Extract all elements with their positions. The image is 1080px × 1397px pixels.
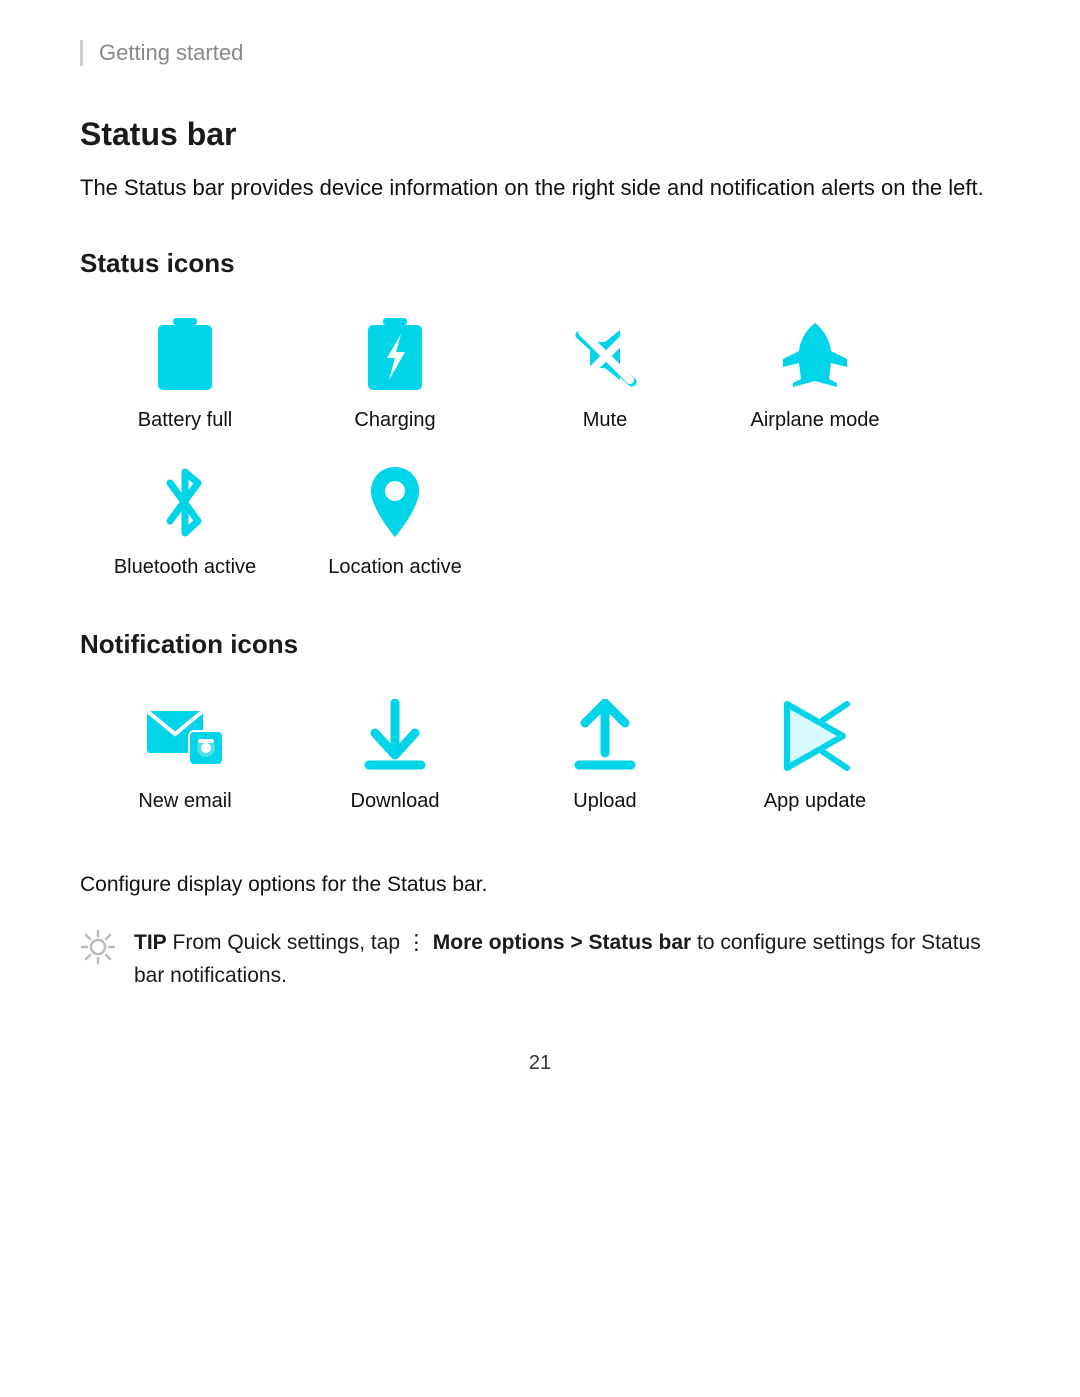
notif-icon-upload: Upload xyxy=(500,696,710,813)
status-icon-airplane: Airplane mode xyxy=(710,315,920,432)
tip-bold-text: More options > Status bar xyxy=(433,931,691,954)
app-update-icon xyxy=(775,696,855,776)
download-label: Download xyxy=(351,790,440,813)
location-icon xyxy=(355,462,435,542)
status-icon-charging: Charging xyxy=(290,315,500,432)
battery-full-icon xyxy=(145,315,225,395)
notif-icon-download: Download xyxy=(290,696,500,813)
tip-content: TIP From Quick settings, tap ⋮ More opti… xyxy=(134,927,1000,992)
status-icons-grid: Battery full Charging xyxy=(80,315,1000,609)
breadcrumb: Getting started xyxy=(80,40,1000,66)
charging-label: Charging xyxy=(354,409,435,432)
airplane-icon xyxy=(775,315,855,395)
tip-label: TIP xyxy=(134,931,167,954)
tip-box: TIP From Quick settings, tap ⋮ More opti… xyxy=(80,927,1000,992)
page-number: 21 xyxy=(80,1052,1000,1075)
mute-label: Mute xyxy=(583,409,627,432)
app-update-label: App update xyxy=(764,790,866,813)
page-description: The Status bar provides device informati… xyxy=(80,171,1000,204)
notif-icon-new-email: New email xyxy=(80,696,290,813)
mute-icon xyxy=(565,315,645,395)
page-title: Status bar xyxy=(80,116,1000,153)
notification-icons-section: Notification icons New email xyxy=(80,629,1000,837)
notif-icon-app-update: App update xyxy=(710,696,920,813)
upload-label: Upload xyxy=(573,790,636,813)
new-email-icon xyxy=(145,696,225,776)
new-email-label: New email xyxy=(138,790,231,813)
airplane-label: Airplane mode xyxy=(751,409,880,432)
configure-text: Configure display options for the Status… xyxy=(80,873,1000,897)
notification-icons-heading: Notification icons xyxy=(80,629,1000,660)
bluetooth-label: Bluetooth active xyxy=(114,556,256,579)
status-icon-location: Location active xyxy=(290,462,500,579)
bluetooth-icon xyxy=(145,462,225,542)
upload-icon xyxy=(565,696,645,776)
status-icon-battery-full: Battery full xyxy=(80,315,290,432)
charging-icon xyxy=(355,315,435,395)
download-icon xyxy=(355,696,435,776)
status-icons-heading: Status icons xyxy=(80,248,1000,279)
status-icon-mute: Mute xyxy=(500,315,710,432)
status-icon-bluetooth: Bluetooth active xyxy=(80,462,290,579)
tip-sun-icon xyxy=(80,929,116,976)
notification-icons-grid: New email Download Upload xyxy=(80,696,1000,837)
battery-full-label: Battery full xyxy=(138,409,232,432)
location-label: Location active xyxy=(328,556,461,579)
tip-text-before: From Quick settings, tap xyxy=(167,931,406,954)
